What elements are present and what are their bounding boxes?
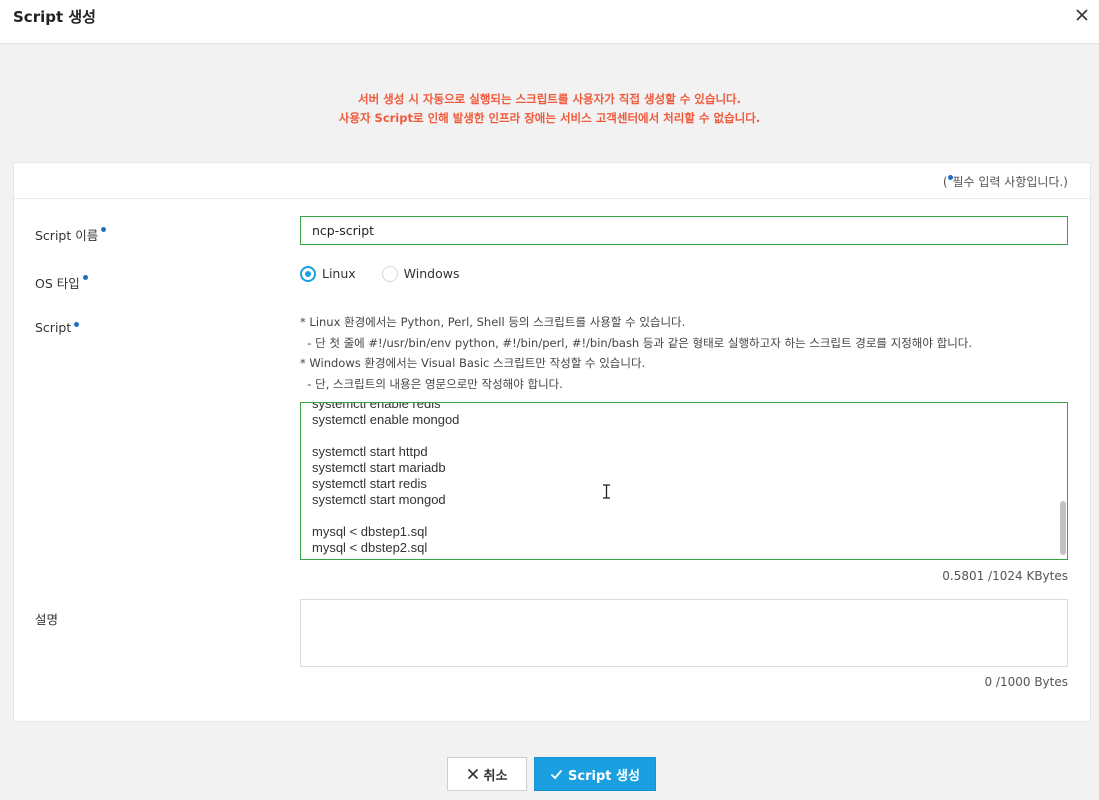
os-radio-linux[interactable]: Linux [300, 265, 356, 282]
text-cursor-icon [603, 484, 610, 499]
radio-checked-icon [300, 265, 316, 282]
script-size-count: 0.5801 /1024 KBytes [942, 569, 1068, 583]
form-panel: ( 필수 입력 사항입니다.) Script 이름 OS 타입 Linux Win… [13, 162, 1091, 722]
create-script-button-label: Script 생성 [568, 768, 640, 784]
required-dot-icon [74, 322, 80, 327]
os-type-label-text: OS 타입 [35, 276, 80, 291]
script-name-label: Script 이름 [35, 225, 107, 244]
script-label-text: Script [35, 320, 72, 335]
os-radio-linux-label: Linux [322, 266, 356, 282]
close-icon [467, 768, 478, 780]
notice-line-2: 사용자 Script로 인해 발생한 인프라 장애는 서비스 고객센터에서 처리… [338, 111, 761, 125]
required-note: ( 필수 입력 사항입니다.) [943, 173, 1068, 190]
create-script-button[interactable]: Script 생성 [534, 757, 656, 791]
radio-unchecked-icon [381, 265, 398, 282]
script-textarea[interactable]: systemctl enable redis systemctl enable … [300, 402, 1068, 560]
cancel-button-label: 취소 [483, 768, 508, 784]
notice-line-1: 서버 생성 시 자동으로 실행되는 스크립트를 사용자가 직접 생성할 수 있습… [358, 92, 741, 106]
required-dot-icon [101, 227, 107, 232]
os-type-label: OS 타입 [35, 273, 88, 292]
warning-notice: 서버 생성 시 자동으로 실행되는 스크립트를 사용자가 직접 생성할 수 있습… [0, 90, 1099, 128]
os-radio-windows-label: Windows [403, 266, 460, 282]
script-textarea-content: systemctl enable redis systemctl enable … [312, 402, 460, 555]
os-radio-windows[interactable]: Windows [381, 265, 460, 282]
close-icon[interactable] [1073, 6, 1091, 24]
script-scrollbar[interactable] [1060, 501, 1066, 555]
required-note-paren: ( [942, 175, 948, 189]
script-label: Script [35, 320, 80, 335]
required-dot-icon [82, 275, 88, 280]
description-byte-count: 0 /1000 Bytes [984, 675, 1068, 689]
script-name-label-text: Script 이름 [35, 228, 99, 243]
description-label: 설명 [35, 612, 59, 627]
cancel-button[interactable]: 취소 [447, 757, 527, 791]
required-note-text: 필수 입력 사항입니다.) [952, 175, 1069, 189]
description-textarea[interactable] [300, 599, 1068, 667]
dialog-header: Script 생성 [0, 0, 1099, 44]
os-type-radio-group: Linux Windows [300, 265, 459, 282]
dialog-title: Script 생성 [13, 8, 96, 26]
check-icon [550, 769, 563, 779]
script-help-text: * Linux 환경에서는 Python, Perl, Shell 등의 스크립… [300, 315, 973, 391]
divider [14, 198, 1090, 199]
script-name-input[interactable] [300, 216, 1068, 245]
